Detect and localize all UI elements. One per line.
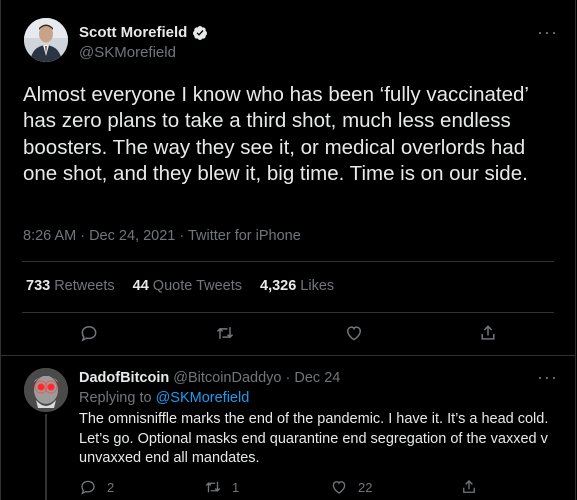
reply-date[interactable]: Dec 24 bbox=[294, 370, 340, 386]
replying-prefix: Replying to bbox=[79, 390, 156, 406]
reply-like-button[interactable]: 22 bbox=[330, 478, 372, 496]
tweet-text: Almost everyone I know who has been ‘ful… bbox=[23, 83, 529, 185]
heart-icon bbox=[332, 481, 346, 494]
replying-handle-link[interactable]: @SKMorefield bbox=[156, 390, 250, 406]
reply-retweet-button[interactable]: 1 bbox=[204, 478, 239, 496]
right-border bbox=[575, 0, 576, 500]
more-options-icon[interactable]: ··· bbox=[537, 22, 558, 43]
author-avatar[interactable] bbox=[24, 18, 68, 62]
share-icon bbox=[481, 325, 495, 340]
reply-share-button[interactable] bbox=[460, 478, 478, 496]
tweet-detail-view: Scott Morefield @SKMorefield ··· Almost … bbox=[0, 0, 577, 500]
retweets-stat[interactable]: 733 Retweets bbox=[26, 278, 115, 294]
retweet-icon bbox=[205, 481, 221, 493]
like-button[interactable] bbox=[344, 323, 364, 343]
heart-icon bbox=[346, 326, 362, 341]
divider bbox=[22, 312, 554, 313]
quote-tweets-stat[interactable]: 44 Quote Tweets bbox=[133, 278, 242, 294]
author-name[interactable]: Scott Morefield bbox=[79, 24, 187, 41]
thread-line bbox=[45, 414, 47, 500]
reply-text: The omnisniffle marks the end of the pan… bbox=[79, 411, 549, 466]
tweet-timestamp[interactable]: 8:26 AM · Dec 24, 2021 · Twitter for iPh… bbox=[23, 228, 301, 244]
reply-header: DadofBitcoin @BitcoinDaddyo · Dec 24 bbox=[79, 370, 340, 386]
reply-icon bbox=[81, 325, 97, 342]
reply-button[interactable] bbox=[79, 323, 99, 343]
reply-author-name[interactable]: DadofBitcoin bbox=[79, 370, 169, 386]
reply-more-options-icon[interactable]: ··· bbox=[537, 367, 558, 388]
retweet-button[interactable] bbox=[215, 323, 235, 343]
like-count: 22 bbox=[358, 479, 373, 495]
replying-to: Replying to @SKMorefield bbox=[79, 390, 249, 406]
reply-icon bbox=[81, 480, 95, 495]
author-handle[interactable]: @SKMorefield bbox=[79, 44, 208, 61]
divider bbox=[22, 261, 554, 262]
author-block: Scott Morefield @SKMorefield bbox=[79, 24, 208, 61]
retweet-count: 1 bbox=[232, 479, 240, 495]
retweet-icon bbox=[216, 327, 234, 339]
left-border bbox=[0, 0, 1, 500]
divider bbox=[1, 355, 575, 356]
reply-reply-button[interactable]: 2 bbox=[79, 478, 114, 496]
share-icon bbox=[463, 480, 475, 493]
verified-badge-icon bbox=[193, 25, 208, 40]
share-button[interactable] bbox=[478, 323, 498, 343]
reply-separator: · bbox=[281, 370, 295, 386]
reply-author-handle[interactable]: @BitcoinDaddyo bbox=[173, 370, 281, 386]
reply-author-avatar[interactable] bbox=[24, 368, 68, 412]
tweet-stats: 733 Retweets 44 Quote Tweets 4,326 Likes bbox=[26, 278, 352, 294]
reply-count: 2 bbox=[107, 479, 115, 495]
likes-stat[interactable]: 4,326 Likes bbox=[260, 278, 334, 294]
